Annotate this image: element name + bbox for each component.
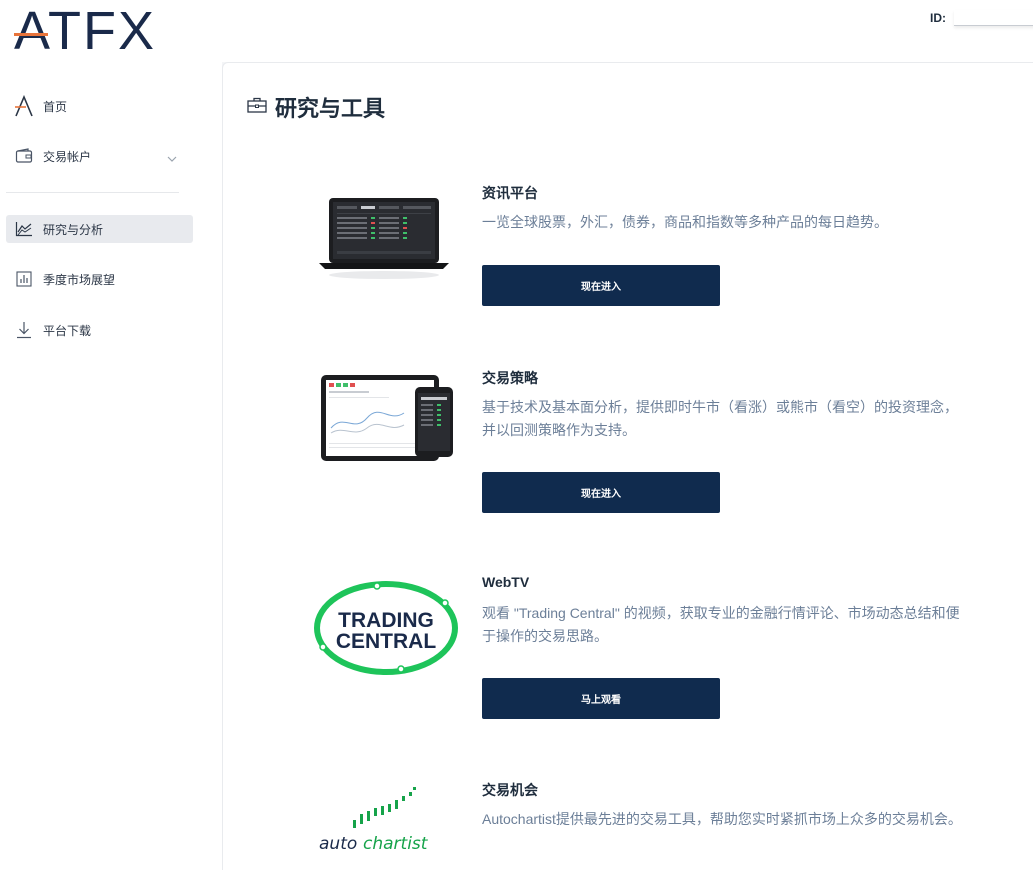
sidebar-item-label: 平台下载 [43,323,92,338]
wallet-icon [14,146,34,166]
atfx-logo[interactable]: ATFX [14,4,184,58]
card-title: 交易策略 [482,370,538,386]
sidebar-item-research[interactable]: 研究与分析 [6,215,193,243]
sidebar-item-platform-download[interactable]: 平台下载 [6,316,193,344]
id-value [954,10,1033,26]
enter-trading-strategy-button[interactable]: 现在进入 [482,472,720,513]
logo-text-central: CENTRAL [336,630,436,653]
main-content: 研究与工具 资讯平台 一览全球股票，外汇，债券，商品和指数等多种产品的每日趋势。… [222,62,1033,870]
tablet-phone-image [319,373,469,483]
chart-area-icon [14,219,34,239]
page-header: 研究与工具 [247,91,385,123]
id-label: ID: [930,11,946,25]
sidebar-item-label: 季度市场展望 [43,272,116,287]
page-title: 研究与工具 [275,96,386,121]
card-title: WebTV [482,574,530,590]
sidebar-item-home[interactable]: 首页 [6,92,193,120]
sidebar-item-label: 首页 [43,99,68,114]
card-description: 一览全球股票，外汇，债券，商品和指数等多种产品的每日趋势。 [482,214,888,230]
enter-news-platform-button[interactable]: 现在进入 [482,265,720,306]
briefcase-icon [247,97,267,117]
logo-text-trading: TRADING [338,609,434,632]
sidebar-divider [6,192,179,193]
card-description: 观看 "Trading Central" 的视频，获取专业的金融行情评论、市场动… [482,605,960,644]
logo-text-chartist: chartist [363,834,429,854]
chevron-down-icon[interactable] [167,149,177,168]
card-description: 基于技术及基本面分析，提供即时牛市（看涨）或熊市（看空）的投资理念，并以回测策略… [482,399,958,438]
download-icon [14,320,34,340]
atfx-logo-icon [14,95,34,117]
bar-chart-icon [14,269,34,289]
sidebar-item-trading-accounts[interactable]: 交易帐户 [6,142,193,170]
logo-accent-bar [14,33,48,36]
card-description: Autochartist提供最先进的交易工具，帮助您实时紧抓市场上众多的交易机会… [482,811,962,827]
account-id: ID: [930,10,1033,26]
laptop-image [319,193,469,303]
trading-central-logo: TRADING CENTRAL [313,580,459,676]
top-bar: ATFX ID: [0,0,1033,62]
sidebar: 首页 交易帐户 研究与分析 季度市场展望 平台下载 [0,62,222,870]
sidebar-item-label: 研究与分析 [43,222,104,237]
card-title: 资讯平台 [482,185,538,201]
watch-webtv-button[interactable]: 马上观看 [482,678,720,719]
logo-text-auto: auto [319,834,357,854]
card-title: 交易机会 [482,782,538,798]
autochartist-logo: auto chartist [317,786,457,856]
sidebar-item-label: 交易帐户 [43,149,92,164]
sidebar-item-quarterly-outlook[interactable]: 季度市场展望 [6,265,193,293]
